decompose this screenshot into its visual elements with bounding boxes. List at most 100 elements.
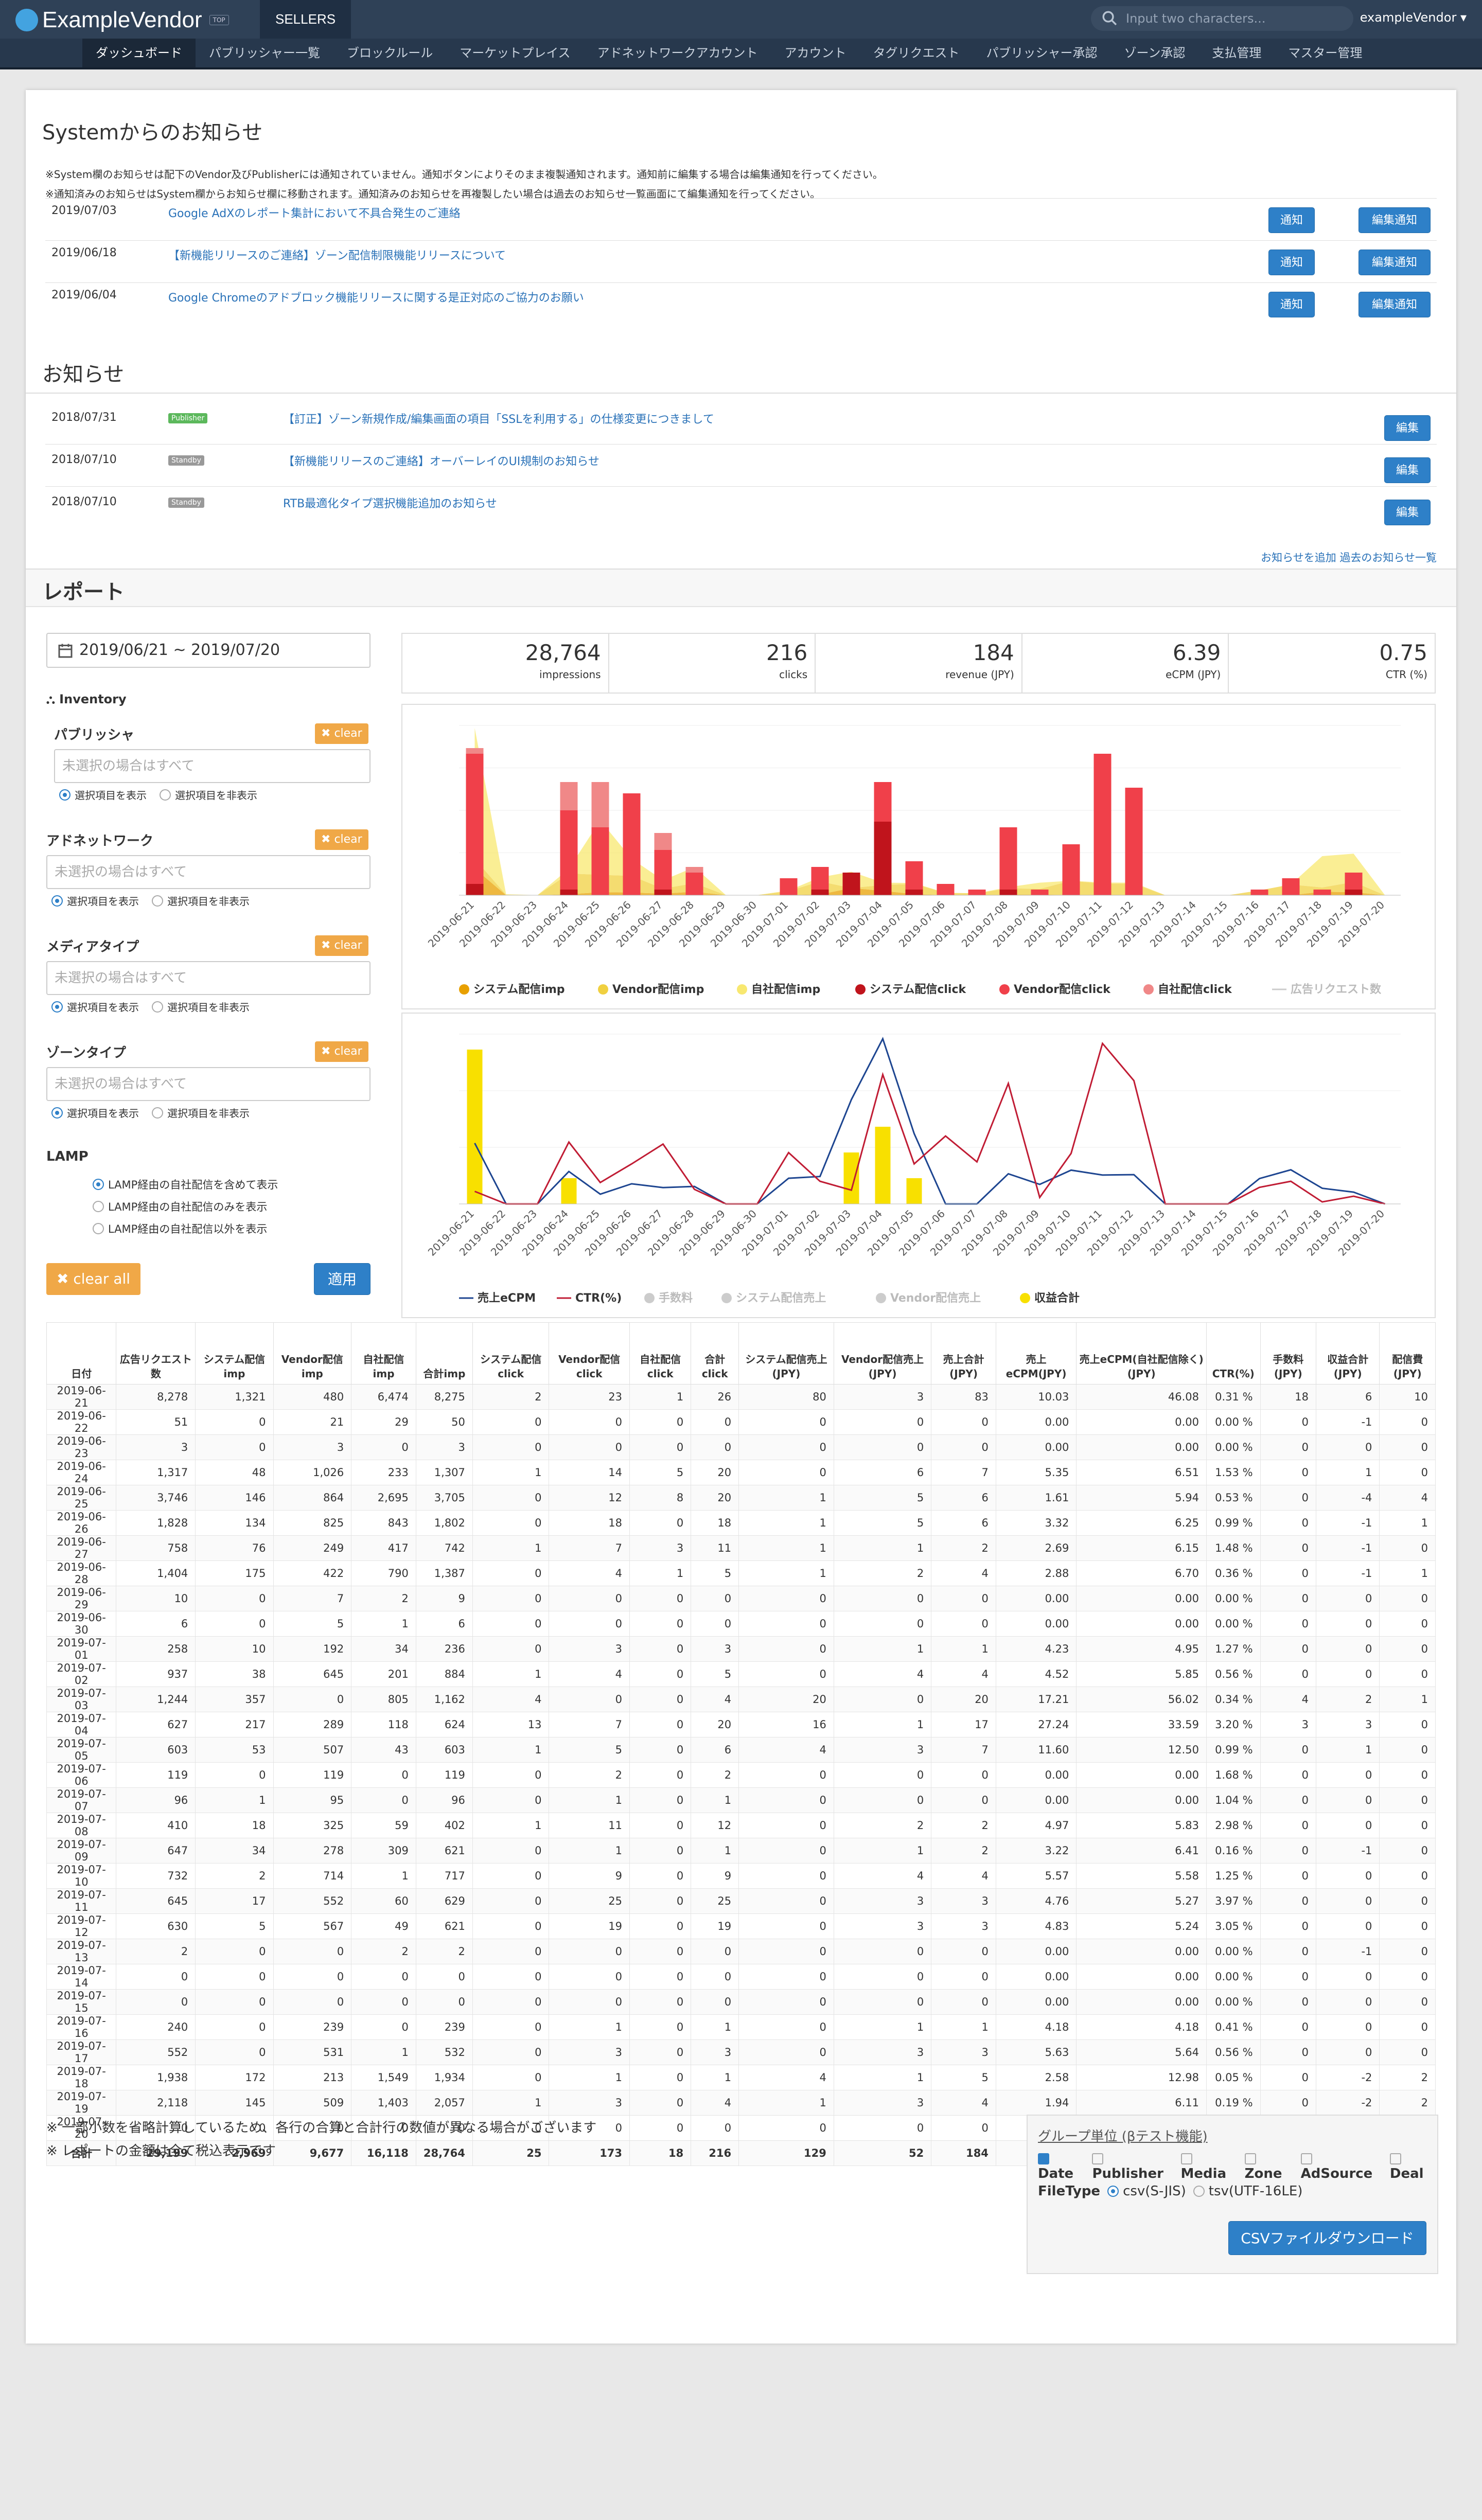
column-header[interactable]: 配信費(JPY)	[1379, 1322, 1436, 1385]
column-header[interactable]: 合計click	[691, 1322, 739, 1385]
column-header[interactable]: Vendor配信売上(JPY)	[833, 1322, 932, 1385]
filter-input[interactable]: 未選択の場合はすべて	[46, 855, 370, 889]
legend-item[interactable]: 売上eCPM	[459, 1291, 536, 1305]
filter-clear-button[interactable]: ✖ clear	[315, 723, 368, 744]
notice-title[interactable]: RTB最適化タイプ選択機能追加のお知らせ	[283, 494, 497, 511]
hide-selected-radio[interactable]: 選択項目を非表示	[152, 1105, 250, 1120]
column-header[interactable]: 売上eCPM(自社配信除く)(JPY)	[1076, 1322, 1207, 1385]
column-header[interactable]: 日付	[46, 1322, 117, 1385]
edit-button[interactable]: 編集	[1384, 415, 1431, 441]
notice-title[interactable]: 【訂正】ゾーン新規作成/編集画面の項目「SSLを利用する」の仕様変更につきまして	[283, 410, 714, 427]
show-selected-radio[interactable]: 選択項目を表示	[51, 999, 139, 1014]
legend-item[interactable]: 収益合計	[1020, 1291, 1080, 1305]
column-header[interactable]: 合計imp	[415, 1322, 473, 1385]
column-header[interactable]: 広告リクエスト数	[116, 1322, 196, 1385]
notify-button[interactable]: 通知	[1268, 250, 1315, 275]
table-cell: 5.64	[1076, 2039, 1207, 2065]
group-checkbox[interactable]: Media	[1180, 2151, 1240, 2181]
column-header[interactable]: システム配信imp	[195, 1322, 274, 1385]
legend-item[interactable]: Vendor配信売上	[876, 1291, 981, 1305]
legend-item[interactable]: システム配信imp	[459, 983, 565, 996]
column-header[interactable]: 自社配信click	[629, 1322, 692, 1385]
logo[interactable]: ExampleVendor TOP	[15, 7, 229, 33]
table-cell: 402	[415, 1813, 473, 1838]
notice-title[interactable]: 【新機能リリースのご連絡】オーバーレイのUI規制のお知らせ	[283, 452, 599, 469]
filetype-radio[interactable]: tsv(UTF-16LE)	[1193, 2184, 1302, 2199]
notify-button[interactable]: 通知	[1268, 207, 1315, 233]
filter-clear-button[interactable]: ✖ clear	[315, 935, 368, 956]
legend-item[interactable]: 自社配信click	[1143, 983, 1232, 996]
legend-item[interactable]: Vendor配信imp	[598, 983, 704, 996]
edit-notify-button[interactable]: 編集通知	[1358, 250, 1431, 275]
legend-item[interactable]: Vendor配信click	[999, 983, 1111, 996]
nav-item[interactable]: パブリッシャー一覧	[196, 39, 333, 67]
nav-item[interactable]: マーケットプレイス	[446, 39, 584, 67]
filter-input[interactable]: 未選択の場合はすべて	[46, 1067, 370, 1101]
system-notice-title[interactable]: Google AdXのレポート集計において不具合発生のご連絡	[168, 204, 461, 221]
legend-item[interactable]: CTR(%)	[557, 1292, 622, 1305]
group-checkbox[interactable]: Deal	[1389, 2151, 1437, 2181]
lamp-option-radio[interactable]: LAMP経由の自社配信以外を表示	[93, 1221, 267, 1236]
hide-selected-radio[interactable]: 選択項目を非表示	[152, 999, 250, 1014]
legend-item[interactable]: 手数料	[644, 1291, 693, 1305]
nav-item[interactable]: ダッシュボード	[82, 39, 196, 67]
column-header[interactable]: システム配信売上(JPY)	[738, 1322, 834, 1385]
column-header[interactable]: 売上eCPM(JPY)	[995, 1322, 1077, 1385]
nav-item[interactable]: アカウント	[771, 39, 860, 67]
legend-item[interactable]: 自社配信imp	[737, 983, 820, 996]
show-selected-radio[interactable]: 選択項目を表示	[59, 787, 147, 802]
csv-download-button[interactable]: CSVファイルダウンロード	[1228, 2221, 1426, 2255]
hide-selected-radio[interactable]: 選択項目を非表示	[160, 787, 257, 802]
past-notices-link[interactable]: 過去のお知らせ一覧	[1339, 552, 1437, 564]
add-notice-link[interactable]: お知らせを追加	[1261, 552, 1336, 564]
sellers-tab[interactable]: SELLERS	[260, 0, 351, 39]
date-range-picker[interactable]: 2019/06/21 ~ 2019/07/20	[46, 633, 370, 668]
edit-notify-button[interactable]: 編集通知	[1358, 207, 1431, 233]
filter-clear-button[interactable]: ✖ clear	[315, 1041, 368, 1062]
clear-all-button[interactable]: ✖ clear all	[46, 1263, 141, 1295]
legend-item[interactable]: システム配信売上	[721, 1291, 826, 1305]
column-header[interactable]: CTR(%)	[1206, 1322, 1261, 1385]
filter-input[interactable]: 未選択の場合はすべて	[54, 749, 370, 783]
group-checkbox[interactable]: Zone	[1244, 2151, 1296, 2181]
nav-item[interactable]: ゾーン承認	[1111, 39, 1199, 67]
system-notice-title[interactable]: Google Chromeのアドブロック機能リリースに関する是正対応のご協力のお…	[168, 289, 584, 305]
column-header[interactable]: システム配信click	[472, 1322, 550, 1385]
edit-notify-button[interactable]: 編集通知	[1358, 292, 1431, 317]
group-checkbox[interactable]: AdSource	[1300, 2151, 1385, 2181]
table-cell: 0.99 %	[1206, 1510, 1261, 1536]
search-input[interactable]: Input two characters...	[1091, 6, 1353, 31]
nav-item[interactable]: タグリクエスト	[860, 39, 973, 67]
apply-button[interactable]: 適用	[314, 1263, 370, 1295]
column-header[interactable]: Vendor配信click	[549, 1322, 630, 1385]
user-menu[interactable]: exampleVendor ▾	[1360, 10, 1467, 25]
group-checkbox[interactable]: Publisher	[1092, 2151, 1175, 2181]
table-cell: 2.69	[995, 1535, 1077, 1561]
notify-button[interactable]: 通知	[1268, 292, 1315, 317]
column-header[interactable]: 手数料(JPY)	[1260, 1322, 1317, 1385]
hide-selected-radio[interactable]: 選択項目を非表示	[152, 893, 250, 908]
column-header[interactable]: Vendor配信imp	[273, 1322, 352, 1385]
column-header[interactable]: 収益合計(JPY)	[1316, 1322, 1380, 1385]
filter-clear-button[interactable]: ✖ clear	[315, 829, 368, 850]
edit-button[interactable]: 編集	[1384, 457, 1431, 483]
nav-item[interactable]: アドネットワークアカウント	[584, 39, 771, 67]
column-header[interactable]: 売上合計(JPY)	[931, 1322, 996, 1385]
column-header[interactable]: 自社配信imp	[351, 1322, 416, 1385]
legend-item[interactable]: 広告リクエスト数	[1272, 983, 1382, 996]
table-cell: 1	[833, 2065, 932, 2090]
edit-button[interactable]: 編集	[1384, 500, 1431, 525]
lamp-option-radio[interactable]: LAMP経由の自社配信のみを表示	[93, 1199, 267, 1214]
show-selected-radio[interactable]: 選択項目を表示	[51, 893, 139, 908]
show-selected-radio[interactable]: 選択項目を表示	[51, 1105, 139, 1120]
filetype-radio[interactable]: csv(S-JIS)	[1107, 2184, 1186, 2199]
system-notice-title[interactable]: 【新機能リリースのご連絡】ゾーン配信制限機能リリースについて	[168, 246, 506, 263]
legend-item[interactable]: システム配信click	[855, 983, 967, 996]
nav-item[interactable]: 支払管理	[1198, 39, 1275, 67]
nav-item[interactable]: ブロックルール	[333, 39, 446, 67]
nav-item[interactable]: パブリッシャー承認	[973, 39, 1111, 67]
lamp-option-radio[interactable]: LAMP経由の自社配信を含めて表示	[93, 1177, 278, 1192]
nav-item[interactable]: マスター管理	[1275, 39, 1375, 67]
filter-input[interactable]: 未選択の場合はすべて	[46, 961, 370, 995]
group-checkbox[interactable]: Date	[1038, 2151, 1087, 2181]
